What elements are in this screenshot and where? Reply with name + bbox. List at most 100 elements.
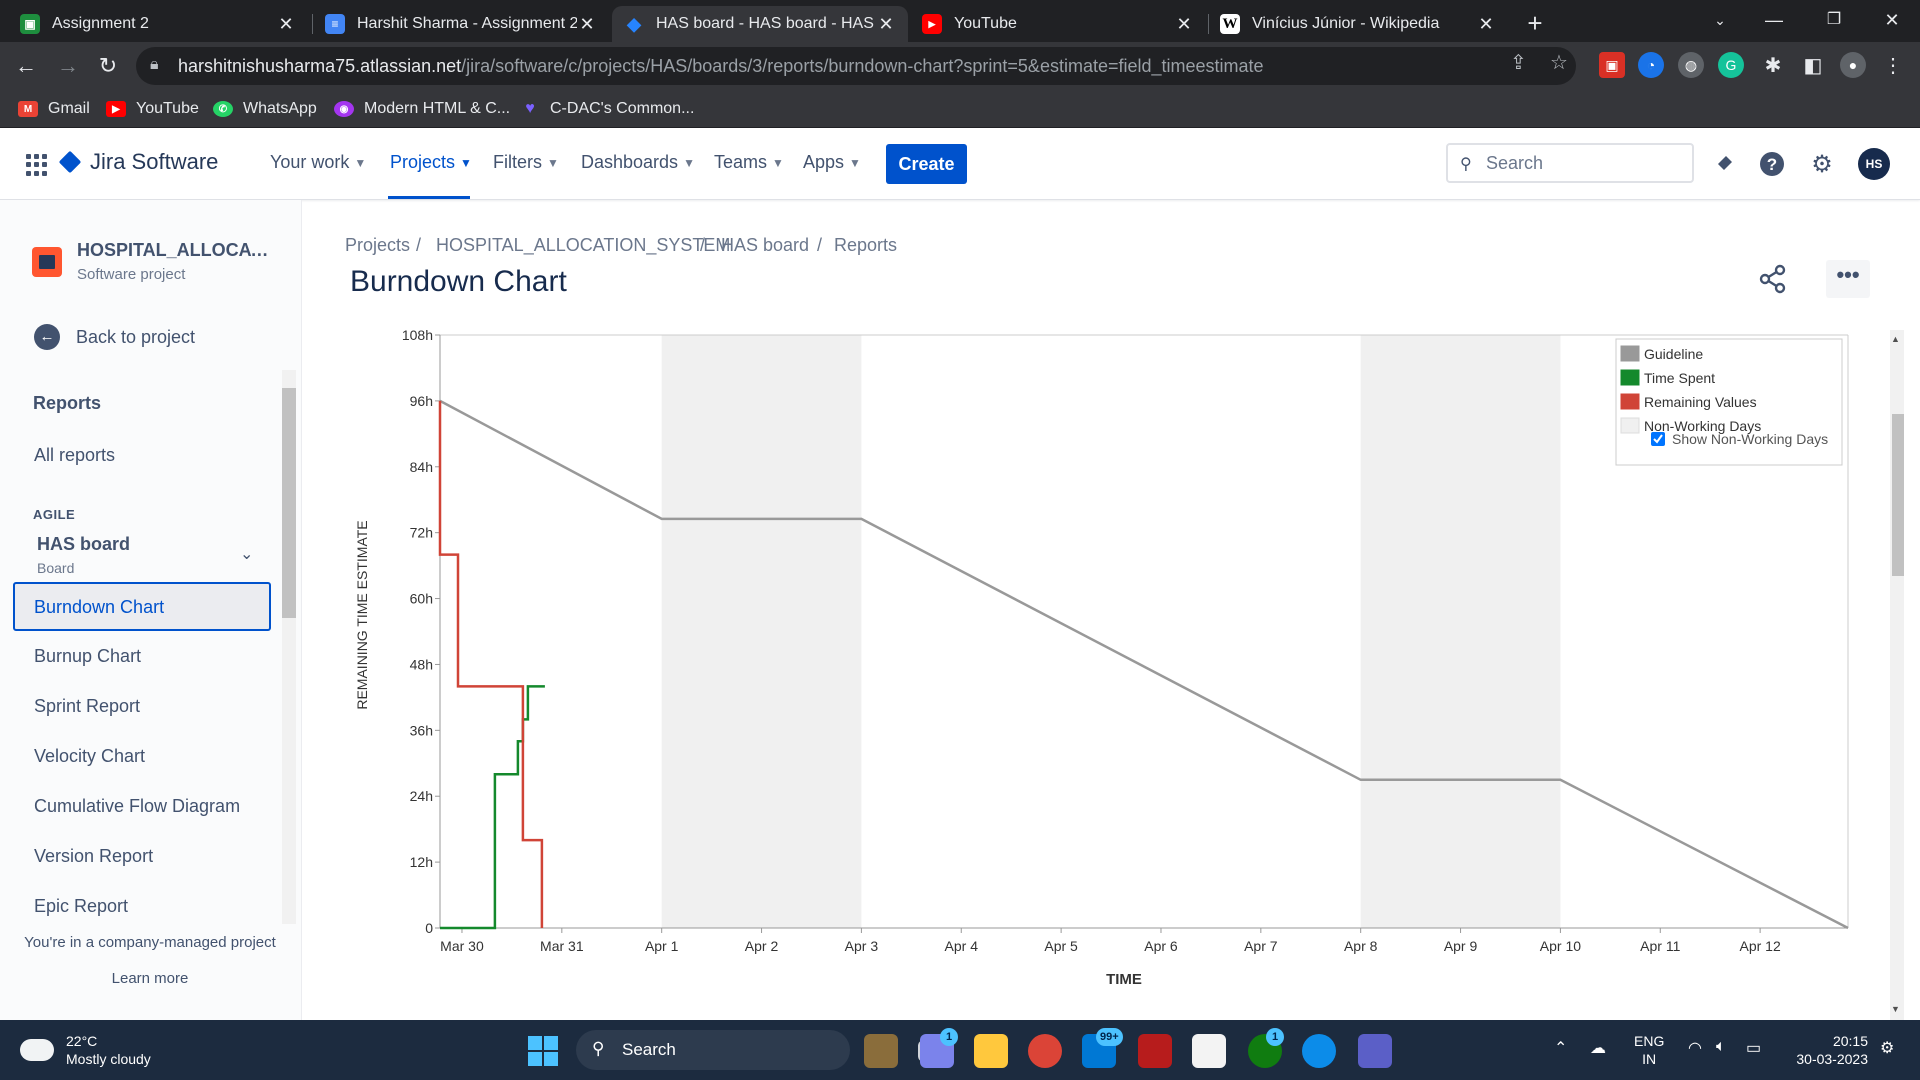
extension-icon[interactable]: ▣ [1599,52,1625,78]
file-explorer-icon[interactable] [974,1034,1008,1068]
sidebar-item-version-report[interactable]: Version Report [34,846,153,867]
sidebar-item-sprint-report[interactable]: Sprint Report [34,696,140,717]
store-icon[interactable] [1192,1034,1226,1068]
browser-tab[interactable]: W Vinícius Júnior - Wikipedia ✕ [1208,6,1508,42]
back-arrow-icon[interactable]: ← [10,50,42,82]
close-tab-icon[interactable]: ✕ [1476,14,1496,35]
settings-gear-icon[interactable]: ⚙ [1806,148,1838,180]
wifi-icon[interactable]: ◠ [1688,1038,1702,1058]
side-panel-icon[interactable]: ◧ [1800,52,1826,78]
close-window-button[interactable]: ✕ [1864,0,1920,42]
extension-icon[interactable]: ◔ [1638,52,1664,78]
breadcrumb-separator: / [817,235,823,255]
app-switcher-icon[interactable] [26,154,48,176]
bookmark-gmail[interactable]: M Gmail [18,98,90,120]
chevron-up-icon[interactable]: ⌃ [1554,1038,1567,1058]
scroll-up-arrow-icon[interactable]: ▲ [1891,334,1900,344]
taskbar-search[interactable]: ⚲ Search [576,1030,850,1070]
grammarly-icon[interactable]: G [1718,52,1744,78]
breadcrumb-board[interactable]: HAS board [721,235,809,256]
edge-icon[interactable] [1302,1034,1336,1068]
x-tick-label: Apr 11 [1640,938,1680,954]
y-tick-label: 96h [410,393,433,409]
bookmark-cdac[interactable]: ♥ C-DAC's Common... [520,98,694,120]
scroll-down-arrow-icon[interactable]: ▼ [1891,1004,1900,1014]
battery-icon[interactable]: ▭ [1746,1038,1761,1058]
user-avatar[interactable]: HS [1858,148,1890,180]
breadcrumb-projects[interactable]: Projects [345,235,410,256]
close-tab-icon[interactable]: ✕ [1174,14,1194,35]
bookmark-whatsapp[interactable]: ✆ WhatsApp [213,98,317,120]
reload-icon[interactable]: ↻ [92,50,124,82]
nav-filters[interactable]: Filters ▼ [493,152,559,173]
nav-dashboards[interactable]: Dashboards ▼ [581,152,695,173]
globe-icon[interactable]: ◍ [1678,52,1704,78]
help-icon[interactable]: ? [1756,148,1788,180]
close-tab-icon[interactable]: ✕ [276,14,296,35]
game-app-icon[interactable] [1138,1034,1172,1068]
sidebar-item-burnup-chart[interactable]: Burnup Chart [34,646,141,667]
sidebar-item-all-reports[interactable]: All reports [34,445,115,466]
more-actions-button[interactable]: ••• [1826,260,1870,298]
windows-start-icon[interactable] [528,1036,558,1066]
new-tab-button[interactable]: + [1520,8,1550,38]
lock-icon[interactable]: 🔒︎ [150,56,159,74]
volume-icon[interactable]: 🔈︎ [1716,1038,1726,1056]
bookmark-youtube[interactable]: ▶ YouTube [106,98,199,120]
project-name[interactable]: HOSPITAL_ALLOCATIO... [77,240,277,261]
extensions-puzzle-icon[interactable]: ✱ [1760,52,1786,78]
breadcrumb-reports[interactable]: Reports [834,235,897,256]
chart-legend: GuidelineTime SpentRemaining ValuesNon-W… [1615,338,1843,466]
browser-tab[interactable]: ▶ YouTube ✕ [910,6,1206,42]
bookmark-star-icon[interactable]: ☆ [1550,50,1568,75]
system-clock[interactable]: 20:15 30-03-2023 [1788,1032,1868,1068]
nav-projects[interactable]: Projects ▼ [390,152,472,173]
bookmark-course[interactable]: ◉ Modern HTML & C... [334,98,510,120]
nav-teams[interactable]: Teams ▼ [714,152,784,173]
browser-tab[interactable]: ▣ Assignment 2 ✕ [8,6,308,42]
forward-arrow-icon[interactable]: → [52,50,84,82]
chevron-down-icon[interactable]: ⌄ [240,544,253,564]
share-page-icon[interactable]: ⇪ [1510,50,1527,75]
profile-avatar[interactable]: ● [1840,52,1866,78]
browser-tab[interactable]: ≡ Harshit Sharma - Assignment 2 - ✕ [313,6,609,42]
sidebar-item-epic-report[interactable]: Epic Report [34,896,128,917]
share-icon[interactable] [1756,262,1790,296]
notifications-icon[interactable] [1708,148,1740,180]
svg-text:?: ? [1767,155,1777,174]
breadcrumb-separator: / [700,235,706,255]
restore-button[interactable]: ❐ [1806,0,1862,42]
search-input[interactable]: ⚲ Search [1446,143,1694,183]
bookmark-label: C-DAC's Common... [550,100,695,117]
url-host: harshitnishusharma75.atlassian.net [178,55,462,76]
notification-bell-icon[interactable]: ⚙ [1880,1038,1894,1058]
main-scroll-thumb[interactable] [1892,414,1904,576]
sidebar-scroll-thumb[interactable] [282,388,296,618]
teams-icon[interactable] [1358,1034,1392,1068]
nav-apps[interactable]: Apps ▼ [803,152,861,173]
taskview-icon[interactable] [864,1034,898,1068]
chrome-icon[interactable] [1028,1034,1062,1068]
breadcrumb-project[interactable]: HOSPITAL_ALLOCATION_SYSTEM [436,235,730,256]
learn-more-link[interactable]: Learn more [0,970,300,987]
close-tab-icon[interactable]: ✕ [577,14,597,35]
sidebar-item-burndown-chart[interactable]: Burndown Chart [13,582,271,631]
y-tick-label: 36h [410,722,433,738]
whatsapp-icon: ✆ [213,101,233,117]
minimize-button[interactable]: — [1746,0,1802,42]
browser-tab-active[interactable]: ◆ HAS board - HAS board - HAS bo ✕ [612,6,908,42]
onedrive-cloud-icon[interactable]: ☁ [1590,1038,1606,1058]
close-tab-icon[interactable]: ✕ [876,14,896,35]
browser-menu-icon[interactable]: ⋮ [1880,52,1906,78]
create-button[interactable]: Create [886,144,967,184]
board-name[interactable]: HAS board [37,534,130,555]
weather-widget[interactable]: 22°C Mostly cloudy [18,1029,151,1068]
sidebar-item-cumulative-flow[interactable]: Cumulative Flow Diagram [34,796,240,817]
address-bar[interactable]: 🔒︎ harshitnishusharma75.atlassian.net/ji… [136,47,1576,85]
sidebar-item-velocity-chart[interactable]: Velocity Chart [34,746,145,767]
input-language[interactable]: ENG IN [1634,1032,1664,1068]
jira-logo[interactable]: Jira Software [58,149,218,175]
back-to-project-link[interactable]: ← Back to project [34,324,195,350]
tab-search-icon[interactable]: ⌄ [1692,0,1748,42]
nav-your-work[interactable]: Your work ▼ [270,152,366,173]
